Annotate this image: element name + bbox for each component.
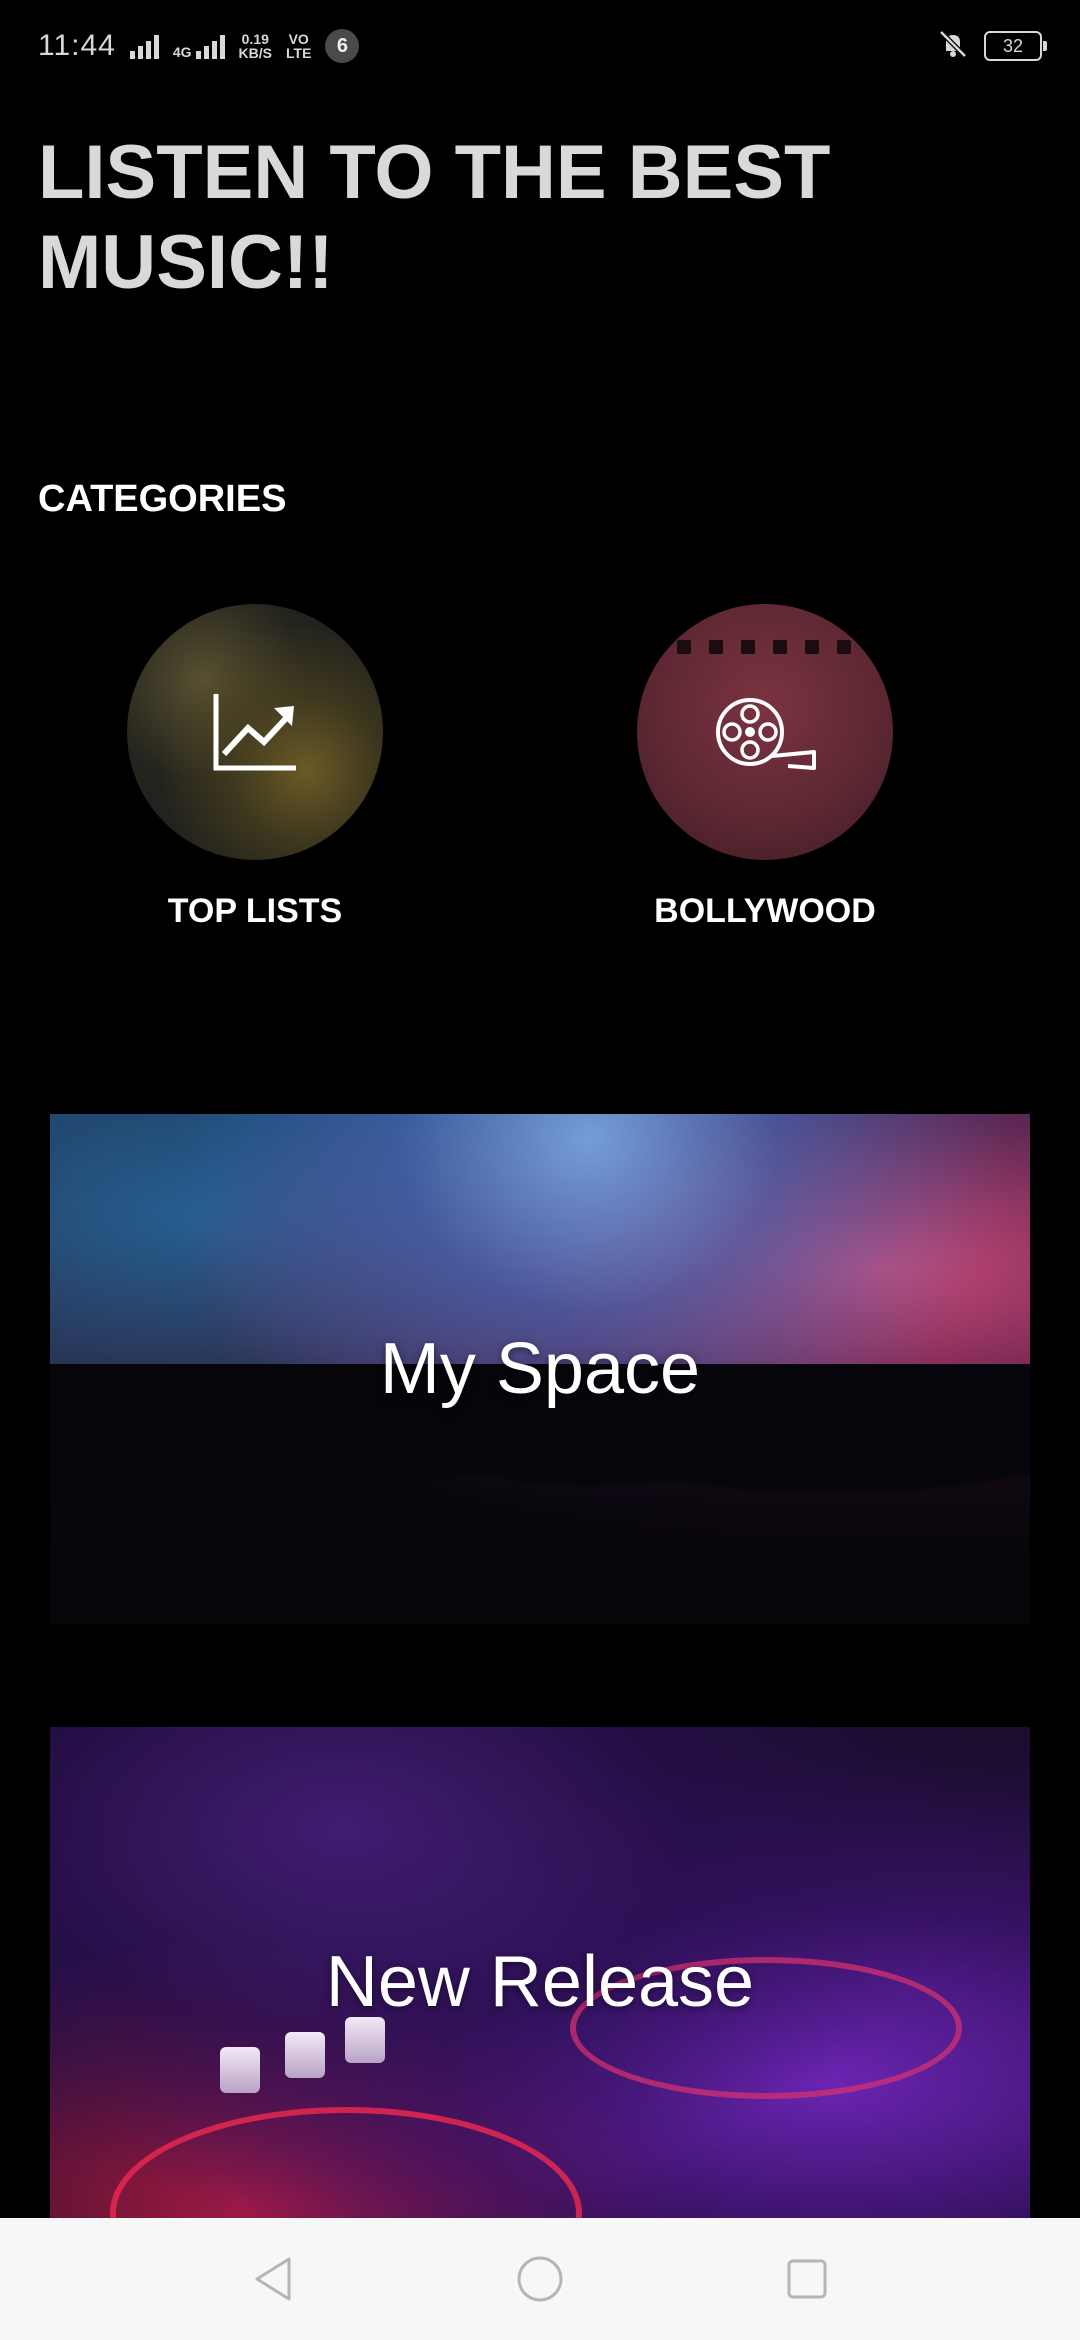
trending-up-icon: [213, 694, 296, 771]
dj-fader-decoration: [285, 2032, 325, 2078]
film-reel-icon: [716, 698, 816, 770]
volte-indicator: VO LTE: [286, 31, 312, 61]
category-label[interactable]: BOLLYWOOD: [635, 892, 895, 931]
battery-icon: 32: [984, 31, 1047, 61]
film-strip-decoration: [677, 640, 873, 654]
category-top-lists[interactable]: TOP LISTS: [125, 604, 385, 931]
recents-button[interactable]: [777, 2249, 837, 2309]
clock: 11:44: [38, 29, 116, 62]
banner-title[interactable]: New Release: [326, 1941, 754, 2023]
dj-fader-decoration: [345, 2017, 385, 2063]
page-title: LISTEN TO THE BEST MUSIC!!: [38, 130, 831, 305]
banner-title[interactable]: My Space: [380, 1328, 700, 1410]
category-bollywood[interactable]: BOLLYWOOD: [635, 604, 895, 931]
status-right: 32: [936, 27, 1047, 66]
category-label[interactable]: TOP LISTS: [125, 892, 385, 931]
signal-icon-2: [195, 33, 225, 59]
banner-my-space[interactable]: My Space: [50, 1114, 1030, 1624]
back-button[interactable]: [243, 2249, 303, 2309]
status-bar: 11:44 4G 0.19 KB/S VO LTE 6 32: [0, 0, 1080, 92]
home-button[interactable]: [510, 2249, 570, 2309]
mute-icon: [936, 27, 970, 66]
system-nav-bar: [0, 2218, 1080, 2340]
category-top-lists-image[interactable]: [127, 604, 383, 860]
categories-heading: CATEGORIES: [38, 478, 287, 520]
category-bollywood-image[interactable]: [637, 604, 893, 860]
banner-new-release[interactable]: New Release: [50, 1727, 1030, 2237]
status-left: 11:44 4G 0.19 KB/S VO LTE 6: [38, 29, 360, 63]
notification-badge: 6: [325, 29, 360, 63]
recents-icon: [787, 2259, 827, 2299]
signal-icon: [129, 33, 159, 59]
back-icon: [255, 2257, 291, 2301]
network-type: 4G: [173, 33, 225, 59]
data-speed: 0.19 KB/S: [238, 31, 272, 61]
home-icon: [517, 2256, 563, 2302]
dj-fader-decoration: [220, 2047, 260, 2093]
